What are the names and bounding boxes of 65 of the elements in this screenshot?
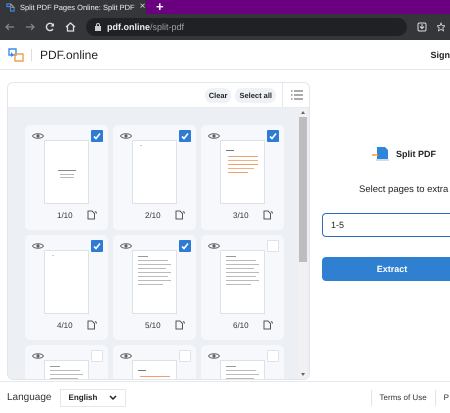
- split-pdf-icon: [372, 146, 390, 162]
- page-checkbox[interactable]: [91, 240, 103, 252]
- page-number: 5/10: [145, 320, 161, 330]
- page-card[interactable]: 1/10: [25, 125, 108, 230]
- eye-icon[interactable]: [120, 242, 132, 250]
- page-checkbox[interactable]: [179, 240, 191, 252]
- page-number: 6/10: [233, 320, 249, 330]
- rotate-icon[interactable]: [263, 320, 274, 330]
- footer-link[interactable]: P: [444, 393, 449, 402]
- url-text: pdf.online/split-pdf: [107, 22, 184, 32]
- rotate-icon[interactable]: [175, 320, 186, 330]
- chevron-down-icon: [108, 394, 116, 400]
- prompt-text: Select pages to extra: [359, 184, 450, 195]
- language-label: Language: [7, 392, 52, 403]
- sign-link[interactable]: Sign: [430, 50, 450, 60]
- rotate-icon[interactable]: [87, 320, 98, 330]
- page-checkbox[interactable]: [91, 130, 103, 142]
- page-thumbnail: [220, 140, 265, 204]
- new-tab-button[interactable]: +: [156, 1, 164, 13]
- page-checkbox[interactable]: [179, 130, 191, 142]
- footer-link[interactable]: Terms of Use: [380, 393, 427, 402]
- reload-icon[interactable]: [45, 22, 55, 32]
- eye-icon[interactable]: [208, 352, 220, 360]
- eye-icon[interactable]: [32, 352, 44, 360]
- eye-icon[interactable]: [32, 132, 44, 140]
- forward-icon[interactable]: [25, 22, 35, 32]
- page-thumbnail: [132, 250, 177, 314]
- page-checkbox[interactable]: [267, 130, 279, 142]
- rotate-icon[interactable]: [263, 210, 274, 220]
- star-icon[interactable]: [437, 22, 445, 32]
- page-thumbnail: [132, 140, 177, 204]
- eye-icon[interactable]: [208, 132, 220, 140]
- back-icon[interactable]: [5, 22, 15, 32]
- list-view-icon[interactable]: [291, 90, 303, 100]
- rotate-icon[interactable]: [175, 210, 186, 220]
- brand-name[interactable]: PDF.online: [40, 48, 98, 62]
- page-number: 2/10: [145, 210, 161, 220]
- scrollbar[interactable]: [299, 108, 307, 379]
- page-card[interactable]: 6/10: [201, 235, 284, 340]
- language-select[interactable]: English: [60, 388, 126, 406]
- extract-button[interactable]: Extract: [322, 257, 450, 281]
- rotate-icon[interactable]: [87, 210, 98, 220]
- tool-title: Split PDF: [396, 149, 436, 159]
- close-icon[interactable]: ×: [140, 2, 146, 12]
- logo-icon: [8, 48, 24, 62]
- page-range-field[interactable]: 1-5: [322, 213, 450, 237]
- page-number: 1/10: [57, 210, 73, 220]
- page-thumbnail: [44, 140, 89, 204]
- eye-icon[interactable]: [208, 242, 220, 250]
- address-bar[interactable]: pdf.online/split-pdf: [86, 18, 407, 36]
- eye-icon[interactable]: [120, 132, 132, 140]
- page-card[interactable]: 2/10: [113, 125, 196, 230]
- eye-icon[interactable]: [120, 352, 132, 360]
- lock-icon: [95, 23, 101, 31]
- page-number: 3/10: [233, 210, 249, 220]
- page-card[interactable]: 3/10: [201, 125, 284, 230]
- install-icon[interactable]: [417, 22, 427, 32]
- page-thumbnail: [220, 250, 265, 314]
- home-icon[interactable]: [65, 22, 76, 32]
- logo-icon: [6, 2, 15, 12]
- page-thumbnail: [44, 250, 89, 314]
- eye-icon[interactable]: [32, 242, 44, 250]
- page-card[interactable]: 4/10: [25, 235, 108, 340]
- page-card[interactable]: 5/10: [113, 235, 196, 340]
- page-number: 4/10: [57, 320, 73, 330]
